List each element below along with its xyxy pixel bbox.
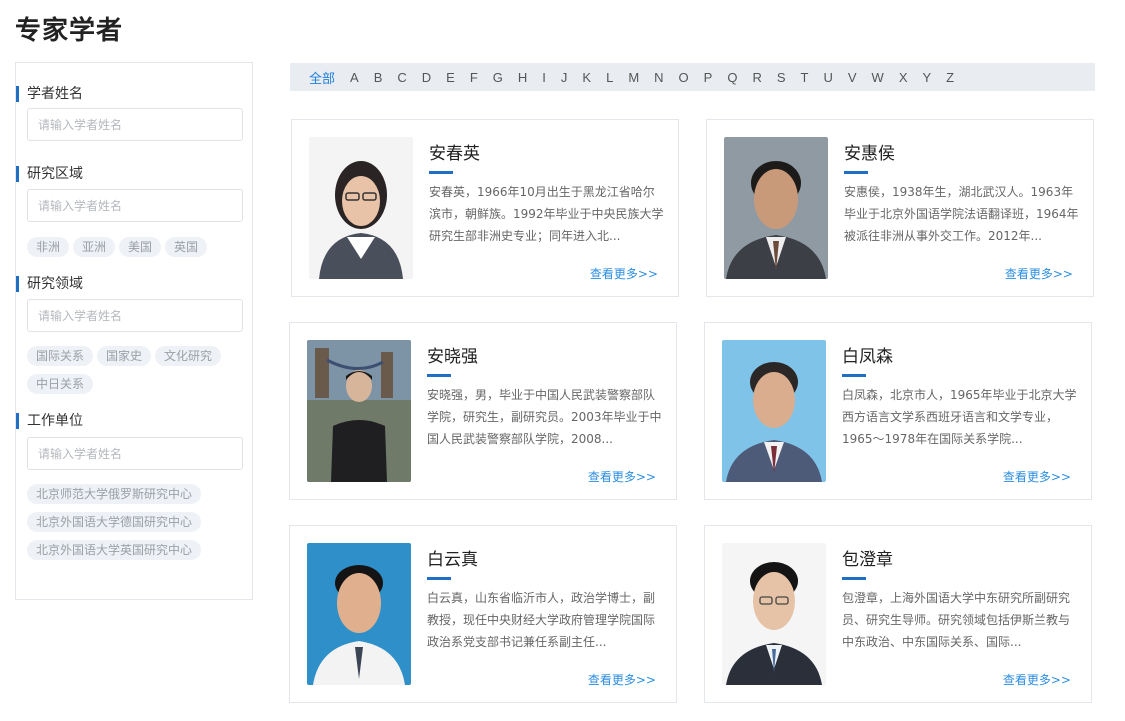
name-underline [842, 577, 866, 580]
name-underline [427, 374, 451, 377]
scholar-photo [722, 340, 826, 482]
tag-field[interactable]: 国家史 [97, 346, 152, 366]
alpha-letter-v[interactable]: V [848, 70, 857, 85]
scholar-name: 安春英 [429, 144, 480, 164]
alpha-letter-y[interactable]: Y [923, 70, 932, 85]
name-underline [842, 374, 866, 377]
tag-field[interactable]: 中日关系 [27, 374, 94, 394]
scholar-bio: 安晓强，男，毕业于中国人民武装警察部队学院，研究生，副研究员。2003年毕业于中… [427, 388, 662, 446]
alpha-letter-l[interactable]: L [606, 70, 613, 85]
alpha-letter-u[interactable]: U [823, 70, 832, 85]
scholar-card[interactable]: 安惠侯 安惠侯，1938年生，湖北武汉人。1963年毕业于北京外国语学院法语翻译… [706, 119, 1094, 297]
alpha-letter-j[interactable]: J [561, 70, 568, 85]
field-tags: 国际关系 国家史 文化研究中日关系 [27, 345, 247, 401]
alpha-letter-r[interactable]: R [752, 70, 761, 85]
name-underline [844, 171, 868, 174]
region-tags: 非洲 亚洲 美国 英国 [27, 236, 247, 264]
scholar-photo [722, 543, 826, 685]
research-region-input[interactable] [27, 189, 243, 222]
scholar-photo [307, 543, 411, 685]
alpha-letter-x[interactable]: X [899, 70, 908, 85]
alpha-letter-n[interactable]: N [654, 70, 663, 85]
scholar-card[interactable]: 白凤森 白凤森，北京市人，1965年毕业于北京大学西方语言文学系西班牙语言和文学… [704, 322, 1092, 500]
tag-work-unit[interactable]: 北京师范大学俄罗斯研究中心 [27, 484, 202, 504]
scholar-bio: 白云真，山东省临沂市人，政治学博士，副教授，现任中央财经大学政府管理学院国际政治… [427, 591, 656, 649]
filter-heading-work-unit: 工作单位 [16, 411, 83, 431]
filter-sidebar: 学者姓名 研究区域 非洲亚洲美国英国 研究领域 国际关系国家史文化研究中日关系 … [15, 62, 253, 600]
alpha-letter-o[interactable]: O [679, 70, 689, 85]
filter-heading-research-field: 研究领域 [16, 274, 83, 294]
name-underline [429, 171, 453, 174]
scholar-name-input[interactable] [27, 108, 243, 141]
scholar-bio: 白凤森，北京市人，1965年毕业于北京大学西方语言文学系西班牙语言和文学专业，1… [842, 388, 1077, 446]
see-more-link[interactable]: 查看更多>> [588, 671, 656, 688]
alpha-letter-t[interactable]: T [801, 70, 809, 85]
name-underline [427, 577, 451, 580]
filter-heading-research-region: 研究区域 [16, 164, 83, 184]
scholar-name: 包澄章 [842, 550, 893, 570]
alpha-letter-q[interactable]: Q [727, 70, 737, 85]
scholar-card[interactable]: 安晓强 安晓强，男，毕业于中国人民武装警察部队学院，研究生，副研究员。2003年… [289, 322, 677, 500]
see-more-link[interactable]: 查看更多>> [1005, 265, 1073, 282]
research-field-input[interactable] [27, 299, 243, 332]
scholar-name: 安晓强 [427, 347, 478, 367]
tag-region[interactable]: 非洲 [27, 237, 70, 257]
scholar-bio: 包澄章，上海外国语大学中东研究所副研究员、研究生导师。研究领域包括伊斯兰教与中东… [842, 591, 1071, 649]
alpha-letter-g[interactable]: G [493, 70, 503, 85]
scholar-name: 安惠侯 [844, 144, 895, 164]
alpha-all[interactable]: 全部 [309, 68, 335, 87]
see-more-link[interactable]: 查看更多>> [588, 468, 656, 485]
alpha-letter-f[interactable]: F [470, 70, 478, 85]
alpha-letter-a[interactable]: A [350, 70, 359, 85]
scholar-card[interactable]: 白云真 白云真，山东省临沂市人，政治学博士，副教授，现任中央财经大学政府管理学院… [289, 525, 677, 703]
alpha-letter-s[interactable]: S [777, 70, 786, 85]
alpha-letter-e[interactable]: E [446, 70, 455, 85]
tag-region[interactable]: 美国 [119, 237, 162, 257]
work-unit-input[interactable] [27, 437, 243, 470]
alphabet-filter-bar: 全部 ABC DEFGHIJKLMN OPQR STU VWXYZ [290, 63, 1095, 91]
tag-field[interactable]: 文化研究 [155, 346, 222, 366]
alpha-letter-z[interactable]: Z [946, 70, 954, 85]
tag-field[interactable]: 国际关系 [27, 346, 94, 366]
filter-heading-scholar-name: 学者姓名 [16, 84, 83, 104]
alpha-letter-k[interactable]: K [582, 70, 591, 85]
see-more-link[interactable]: 查看更多>> [590, 265, 658, 282]
tag-work-unit[interactable]: 北京外国语大学英国研究中心 [27, 540, 202, 560]
see-more-link[interactable]: 查看更多>> [1003, 468, 1071, 485]
scholar-bio: 安春英，1966年10月出生于黑龙江省哈尔滨市，朝鲜族。1992年毕业于中央民族… [429, 185, 664, 243]
tag-region[interactable]: 亚洲 [73, 237, 116, 257]
alpha-letter-p[interactable]: P [704, 70, 713, 85]
tag-work-unit[interactable]: 北京外国语大学德国研究中心 [27, 512, 202, 532]
page-title: 专家学者 [15, 16, 124, 46]
scholar-photo [309, 137, 413, 279]
scholar-name: 白云真 [427, 550, 478, 570]
tag-region[interactable]: 英国 [165, 237, 208, 257]
see-more-link[interactable]: 查看更多>> [1003, 671, 1071, 688]
work-unit-tags: 北京师范大学俄罗斯研究中心 北京外国语大学德国研究中心 北京外国语大学英国研究中… [27, 483, 247, 567]
scholar-photo [307, 340, 411, 482]
alpha-letter-i[interactable]: I [542, 70, 546, 85]
scholar-card[interactable]: 安春英 安春英，1966年10月出生于黑龙江省哈尔滨市，朝鲜族。1992年毕业于… [291, 119, 679, 297]
alpha-letter-h[interactable]: H [518, 70, 527, 85]
scholar-name: 白凤森 [842, 347, 893, 367]
alpha-letter-m[interactable]: M [628, 70, 639, 85]
alpha-letter-c[interactable]: C [397, 70, 406, 85]
scholar-card[interactable]: 包澄章 包澄章，上海外国语大学中东研究所副研究员、研究生导师。研究领域包括伊斯兰… [704, 525, 1092, 703]
alpha-letter-d[interactable]: D [422, 70, 431, 85]
scholar-photo [724, 137, 828, 279]
alpha-letter-w[interactable]: W [872, 70, 884, 85]
alpha-letter-b[interactable]: B [374, 70, 383, 85]
scholar-bio: 安惠侯，1938年生，湖北武汉人。1963年毕业于北京外国语学院法语翻译班，19… [844, 185, 1079, 243]
